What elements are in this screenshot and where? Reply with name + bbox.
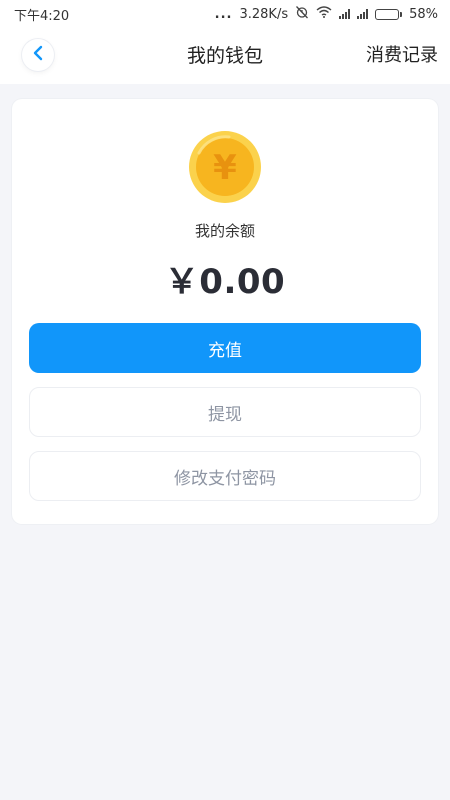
alarm-off-icon (295, 5, 309, 23)
status-bar: 下午4:20 ... 3.28K/s 58% (0, 0, 450, 28)
change-pay-password-label: 修改支付密码 (174, 468, 276, 489)
network-speed: 3.28K/s (239, 6, 289, 22)
wallet-card: ¥ 我的余额 ￥0.00 充值 提现 修改支付密码 (12, 99, 438, 524)
signal-icon (339, 9, 351, 19)
svg-text:¥: ¥ (213, 148, 237, 188)
yuan-coin-icon: ¥ (189, 131, 261, 203)
recharge-button-label: 充值 (208, 340, 242, 361)
withdraw-button[interactable]: 提现 (29, 387, 421, 437)
consumption-records-link[interactable]: 消费记录 (366, 28, 438, 84)
status-time: 下午4:20 (14, 8, 70, 24)
balance-label: 我的余额 (194, 222, 255, 240)
back-button[interactable] (22, 39, 54, 71)
chevron-left-icon (32, 45, 44, 65)
battery-icon (375, 8, 403, 20)
battery-percent: 58% (409, 6, 438, 22)
nav-bar: 我的钱包 消费记录 (0, 28, 450, 84)
wifi-icon (316, 6, 332, 22)
withdraw-button-label: 提现 (208, 404, 242, 425)
signal-icon-2 (357, 9, 369, 19)
balance-amount: ￥0.00 (164, 262, 286, 302)
notification-dots: ... (214, 6, 233, 22)
status-indicators: ... 3.28K/s 58% (215, 5, 438, 23)
recharge-button[interactable]: 充值 (29, 323, 421, 373)
change-pay-password-button[interactable]: 修改支付密码 (29, 451, 421, 501)
